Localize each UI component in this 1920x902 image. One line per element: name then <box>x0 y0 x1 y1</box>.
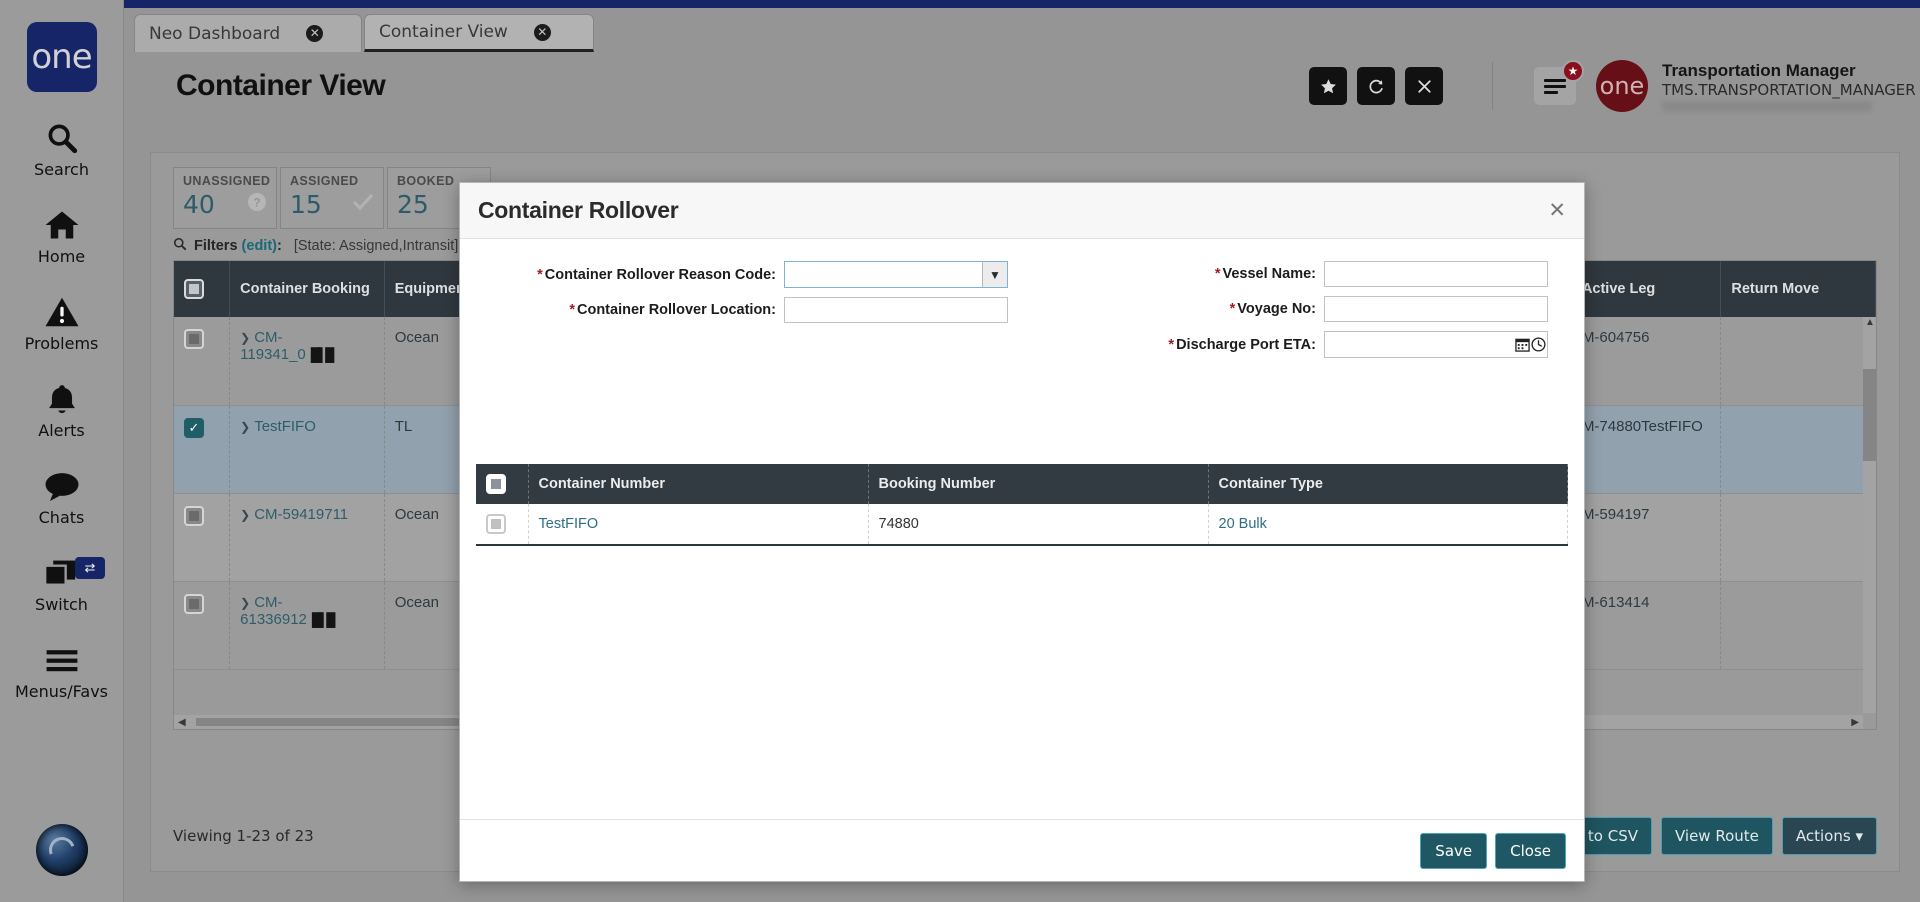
container-number-link[interactable]: TestFIFO <box>539 516 599 532</box>
cell-booking-number: 74880 <box>868 504 1208 545</box>
clock-icon[interactable] <box>1531 332 1548 357</box>
application-root: one Search Home Problems Alerts <box>0 0 1920 902</box>
column-header-booking-number[interactable]: Booking Number <box>868 464 1208 504</box>
column-header-container-number[interactable]: Container Number <box>528 464 868 504</box>
field-label: *Discharge Port ETA: <box>1118 337 1324 353</box>
required-asterisk: * <box>537 267 543 283</box>
rollover-container-table: Container Number Booking Number Containe… <box>476 464 1568 546</box>
discharge-port-eta-field[interactable] <box>1324 331 1548 358</box>
required-asterisk: * <box>1168 337 1174 353</box>
close-button[interactable]: Close <box>1495 833 1566 869</box>
table-header-row: Container Number Booking Number Containe… <box>476 464 1568 504</box>
form-column-right: *Vessel Name: *Voyage No: *Discharge Por… <box>1118 261 1548 358</box>
required-asterisk: * <box>1230 301 1236 317</box>
field-container-rollover-location: *Container Rollover Location: <box>468 297 1008 323</box>
dialog-header: Container Rollover ✕ <box>460 183 1584 239</box>
reason-code-select[interactable]: ▼ <box>784 261 1008 288</box>
rollover-location-input[interactable] <box>784 297 1008 323</box>
field-discharge-port-eta: *Discharge Port ETA: <box>1118 331 1548 358</box>
discharge-port-eta-input[interactable] <box>1325 332 1514 357</box>
voyage-no-input[interactable] <box>1324 296 1548 322</box>
field-label: *Vessel Name: <box>1118 266 1324 282</box>
dialog-close-icon[interactable]: ✕ <box>1548 198 1566 223</box>
calendar-icon[interactable] <box>1514 332 1531 357</box>
reason-code-input[interactable] <box>785 262 982 287</box>
row-select-cell[interactable] <box>476 504 528 545</box>
field-label: *Container Rollover Location: <box>468 302 784 318</box>
form-column-left: *Container Rollover Reason Code: ▼ *Cont… <box>468 261 1008 358</box>
vessel-name-input[interactable] <box>1324 261 1548 287</box>
field-voyage-no: *Voyage No: <box>1118 296 1548 322</box>
dialog-footer: Save Close <box>460 819 1584 881</box>
cell-container-type[interactable]: 20 Bulk <box>1208 504 1568 545</box>
rollover-container-list: Container Number Booking Number Containe… <box>476 464 1568 546</box>
label-text: Vessel Name: <box>1222 266 1316 282</box>
label-text: Container Rollover Reason Code: <box>545 267 776 283</box>
field-vessel-name: *Vessel Name: <box>1118 261 1548 287</box>
field-container-rollover-reason-code: *Container Rollover Reason Code: ▼ <box>468 261 1008 288</box>
required-asterisk: * <box>569 302 575 318</box>
cell-container-number[interactable]: TestFIFO <box>528 504 868 545</box>
dialog-title: Container Rollover <box>478 197 678 224</box>
column-header-container-type[interactable]: Container Type <box>1208 464 1568 504</box>
field-label: *Voyage No: <box>1118 301 1324 317</box>
select-all-header[interactable] <box>476 464 528 504</box>
table-row[interactable]: TestFIFO 74880 20 Bulk <box>476 504 1568 545</box>
label-text: Container Rollover Location: <box>577 302 776 318</box>
row-checkbox[interactable] <box>486 514 506 534</box>
rollover-form: *Container Rollover Reason Code: ▼ *Cont… <box>468 261 1576 358</box>
field-label: *Container Rollover Reason Code: <box>468 267 784 283</box>
label-text: Voyage No: <box>1237 301 1316 317</box>
dialog-body: *Container Rollover Reason Code: ▼ *Cont… <box>460 239 1584 819</box>
container-rollover-dialog: Container Rollover ✕ *Container Rollover… <box>459 182 1585 882</box>
label-text: Discharge Port ETA: <box>1176 337 1316 353</box>
select-all-checkbox[interactable] <box>486 474 506 494</box>
chevron-down-icon[interactable]: ▼ <box>982 262 1007 287</box>
container-type-link[interactable]: 20 Bulk <box>1219 516 1267 532</box>
save-button[interactable]: Save <box>1420 833 1487 869</box>
required-asterisk: * <box>1215 266 1221 282</box>
